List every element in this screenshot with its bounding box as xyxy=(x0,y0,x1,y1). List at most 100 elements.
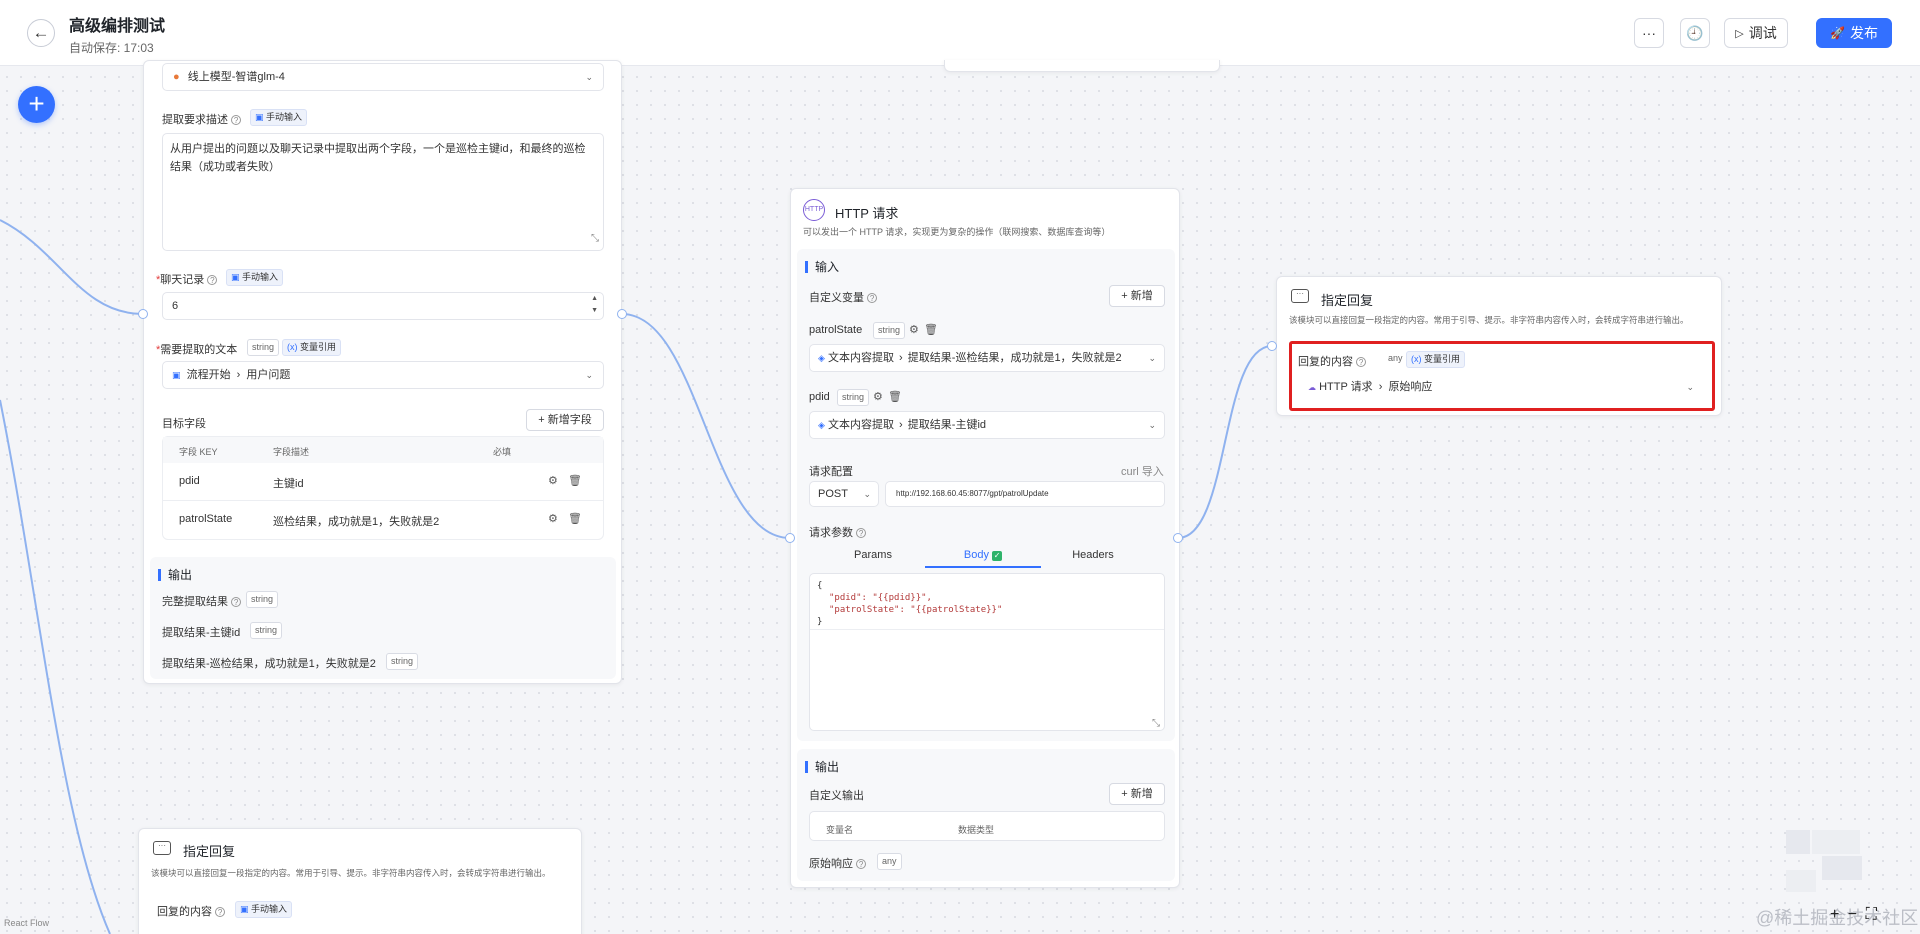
reply-node-right[interactable]: ··· 指定回复 该模块可以直接回复一段指定的内容。常用于引导、提示。非字符串内… xyxy=(1276,276,1722,416)
edge-left-down xyxy=(0,399,111,934)
stepper-arrows-icon[interactable]: ▲ ▼ xyxy=(591,293,598,317)
add-output-button[interactable]: + 新增 xyxy=(1109,783,1165,805)
req-params-label: 请求参数 xyxy=(809,527,853,539)
body-line: } xyxy=(817,617,823,627)
reply-right-var-ref[interactable]: (x) 变量引用 xyxy=(1406,351,1466,368)
output-item: 提取结果-主键id xyxy=(162,624,240,640)
reply-right-title: 指定回复 xyxy=(1321,293,1374,308)
target-table: 字段 KEY 字段描述 必填 pdid 主键id ⚙ 🗑 patrolState… xyxy=(162,436,604,540)
extract-output-section: 输出 完整提取结果 ? string 提取结果-主键id string 提取结果… xyxy=(150,557,616,679)
desc-textarea[interactable]: 从用户提出的问题以及聊天记录中提取出两个字段，一个是巡检主键id，和最终的巡检结… xyxy=(162,133,604,251)
var-ref-node-icon: ◈ xyxy=(818,420,825,430)
http-input-section: 输入 自定义变量 ? + 新增 patrolState string ⚙ 🗑 ◈… xyxy=(797,249,1175,741)
manual-input-tag[interactable]: ▣ 手动输入 xyxy=(250,109,308,126)
table-row: pdid 主键id ⚙ 🗑 xyxy=(163,463,603,501)
settings-icon[interactable]: ⚙ xyxy=(548,512,558,525)
chevron-down-icon: ⌄ xyxy=(1148,345,1156,371)
publish-label: 发布 xyxy=(1849,25,1878,41)
var-ref-tag[interactable]: (x) 变量引用 xyxy=(282,339,342,356)
chat-bubble-icon: ··· xyxy=(1291,289,1309,303)
reply-right-var-ref-label: 变量引用 xyxy=(1424,354,1461,364)
body-line: "pdid": "{{pdid}}", xyxy=(829,593,932,603)
arrow-left-icon: ← xyxy=(32,23,50,42)
tab-params[interactable]: Params xyxy=(843,549,903,561)
row-desc: 主键id xyxy=(273,478,304,490)
history-button[interactable]: 🕘 xyxy=(1680,18,1710,48)
var2-ref-select[interactable]: ◈ 文本内容提取 › 提取结果-主键id ⌄ xyxy=(809,411,1165,439)
body-line: "patrolState": "{{patrolState}}" xyxy=(829,605,1003,615)
history-manual-tag[interactable]: ▣ 手动输入 xyxy=(226,269,284,286)
debug-button[interactable]: ▷ 调试 xyxy=(1724,18,1788,48)
fit-view-icon[interactable]: ⛶ xyxy=(1866,906,1877,923)
help-icon: ? xyxy=(867,293,878,304)
add-field-button[interactable]: + 新增字段 xyxy=(526,409,604,431)
url-input[interactable]: http://192.168.60.45:8077/gpt/patrolUpda… xyxy=(885,481,1165,507)
manual-input-icon: ▣ xyxy=(231,272,240,282)
http-ref-icon: ☁ xyxy=(1308,383,1316,392)
extract-node[interactable]: ● 线上模型-智谱glm-4 ⌄ 提取要求描述 ? ▣ 手动输入 从用户提出的问… xyxy=(143,60,622,684)
back-button[interactable]: ← xyxy=(27,19,55,47)
output-table: 变量名 数据类型 xyxy=(809,811,1165,841)
chevron-right-icon: › xyxy=(236,369,241,381)
add-var-button[interactable]: + 新增 xyxy=(1109,285,1165,307)
trash-icon[interactable]: 🗑 xyxy=(568,512,582,525)
http-desc: 可以发出一个 HTTP 请求，实现更为复杂的操作（联网搜索、数据库查询等） xyxy=(803,227,1111,237)
row-key: pdid xyxy=(179,475,200,487)
publish-button[interactable]: 🚀 发布 xyxy=(1816,18,1892,48)
model-select[interactable]: ● 线上模型-智谱glm-4 ⌄ xyxy=(162,63,604,91)
extract-input-handle[interactable] xyxy=(138,309,148,319)
curl-import-link[interactable]: curl 导入 xyxy=(1121,463,1164,479)
http-node[interactable]: HTTP HTTP 请求 可以发出一个 HTTP 请求，实现更为复杂的操作（联网… xyxy=(790,188,1180,888)
edge-http-to-reply xyxy=(1177,345,1273,539)
string-type-tag: string xyxy=(247,339,280,356)
tab-headers[interactable]: Headers xyxy=(1063,549,1123,561)
chat-bubble-icon: ··· xyxy=(153,841,171,855)
zoom-icons[interactable]: + − ⛶ xyxy=(1830,906,1877,924)
text-ref-node: 流程开始 xyxy=(186,369,231,381)
trash-icon[interactable]: 🗑 xyxy=(924,323,938,336)
history-label: 聊天记录 xyxy=(160,274,205,286)
req-config-label: 请求配置 xyxy=(809,466,853,478)
reply-node-bottom[interactable]: ··· 指定回复 该模块可以直接回复一段指定的内容。常用于引导、提示。非字符串内… xyxy=(138,828,582,934)
add-node-button[interactable]: + xyxy=(18,86,55,123)
trash-icon[interactable]: 🗑 xyxy=(568,474,582,487)
history-value: 6 xyxy=(172,300,179,312)
reply-bottom-manual-label: 手动输入 xyxy=(251,904,288,914)
react-flow-attribution[interactable]: React Flow xyxy=(4,918,49,928)
custom-output-label: 自定义输出 xyxy=(809,790,864,802)
http-input-handle[interactable] xyxy=(785,533,795,543)
trash-icon[interactable]: 🗑 xyxy=(888,390,902,403)
chevron-down-icon: ⌄ xyxy=(1148,420,1156,430)
settings-icon[interactable]: ⚙ xyxy=(873,390,883,403)
var1-ref-select[interactable]: ◈ 文本内容提取 › 提取结果-巡检结果，成功就是1，失败就是2 ⌄ xyxy=(809,344,1165,372)
history-label-row: *聊天记录 ? xyxy=(156,271,218,287)
zoom-out-icon[interactable]: − xyxy=(1848,906,1857,923)
reply-right-ref-select[interactable]: ☁ HTTP 请求 › 原始响应 ⌄ xyxy=(1298,374,1704,402)
chevron-right-icon: › xyxy=(1378,381,1383,393)
settings-icon[interactable]: ⚙ xyxy=(548,474,558,487)
help-icon: ? xyxy=(856,528,867,539)
extract-output-handle[interactable] xyxy=(617,309,627,319)
http-output-title: 输出 xyxy=(805,761,839,773)
history-stepper[interactable]: 6 ▲ ▼ xyxy=(162,292,604,320)
body-editor[interactable]: { "pdid": "{{pdid}}", "patrolState": "{{… xyxy=(809,573,1165,731)
edge-extract-to-http xyxy=(621,313,791,539)
desc-text: 从用户提出的问题以及聊天记录中提取出两个字段，一个是巡检主键id，和最终的巡检结… xyxy=(170,143,586,173)
method-value: POST xyxy=(818,488,848,500)
zoom-in-icon[interactable]: + xyxy=(1830,906,1839,923)
manual-input-icon: ▣ xyxy=(255,112,264,122)
http-output-handle[interactable] xyxy=(1173,533,1183,543)
text-label-row: *需要提取的文本 xyxy=(156,344,238,356)
reply-right-desc: 该模块可以直接回复一段指定的内容。常用于引导、提示。非字符串内容传入时，会转成字… xyxy=(1289,315,1689,325)
more-icon: ··· xyxy=(1642,25,1656,41)
reply-bottom-desc: 该模块可以直接回复一段指定的内容。常用于引导、提示。非字符串内容传入时，会转成字… xyxy=(151,868,551,878)
reply-bottom-manual-tag[interactable]: ▣ 手动输入 xyxy=(235,901,293,918)
method-select[interactable]: POST ⌄ xyxy=(809,481,879,507)
rocket-icon: 🚀 xyxy=(1830,26,1845,40)
tab-body[interactable]: Body ✓ xyxy=(925,549,1041,568)
more-button[interactable]: ··· xyxy=(1634,18,1664,48)
reply-right-input-handle[interactable] xyxy=(1267,341,1277,351)
settings-icon[interactable]: ⚙ xyxy=(909,323,919,336)
raw-resp-row: 原始响应 ? xyxy=(809,855,867,871)
text-ref-select[interactable]: ▣ 流程开始 › 用户问题 ⌄ xyxy=(162,361,604,389)
